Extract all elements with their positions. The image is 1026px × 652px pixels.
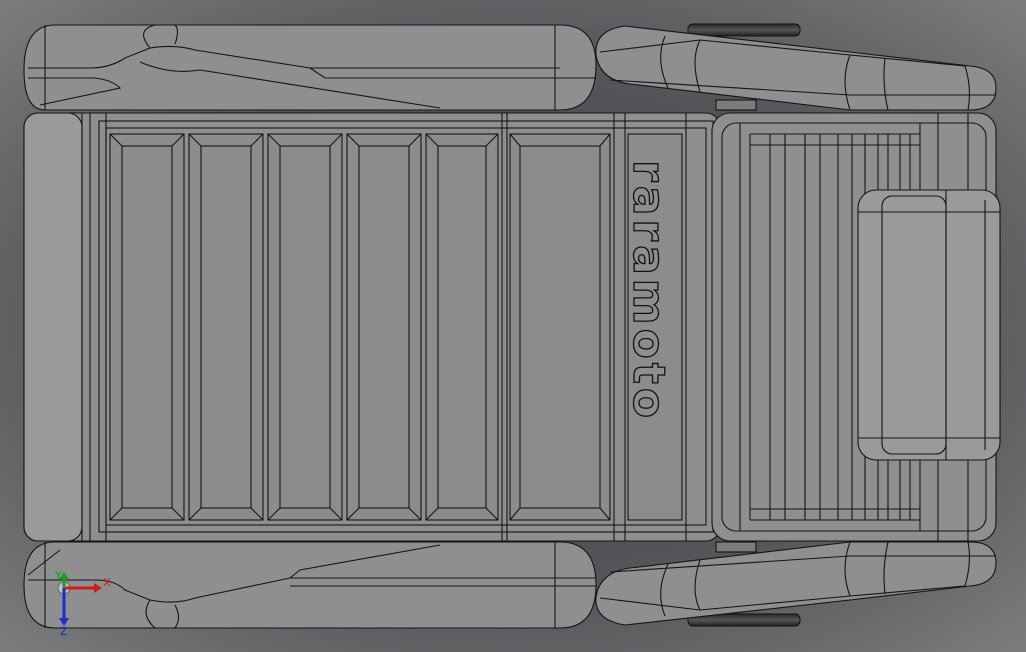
deck-panel: [346, 133, 422, 521]
deck-panels: [109, 133, 683, 521]
deck-panel: [509, 133, 611, 521]
deck-panel: [425, 133, 499, 521]
z-axis-label: Z: [60, 625, 68, 636]
deck-panel: [188, 133, 264, 521]
cad-model: raramoto: [0, 0, 1026, 652]
x-axis-arrowhead: [94, 583, 102, 593]
headrest: [857, 189, 1001, 461]
deck-panel: [109, 133, 185, 521]
y-axis-label: Y: [54, 570, 62, 582]
coordinate-triad: X Y Z: [54, 570, 111, 636]
graphics-viewport[interactable]: raramoto X Y Z: [0, 0, 1026, 652]
brand-logo-text: raramoto: [623, 160, 674, 422]
deck-panel: [267, 133, 343, 521]
side-pod-top-left: [23, 24, 597, 111]
x-axis-label: X: [103, 576, 111, 589]
wheel-top: [687, 23, 801, 37]
